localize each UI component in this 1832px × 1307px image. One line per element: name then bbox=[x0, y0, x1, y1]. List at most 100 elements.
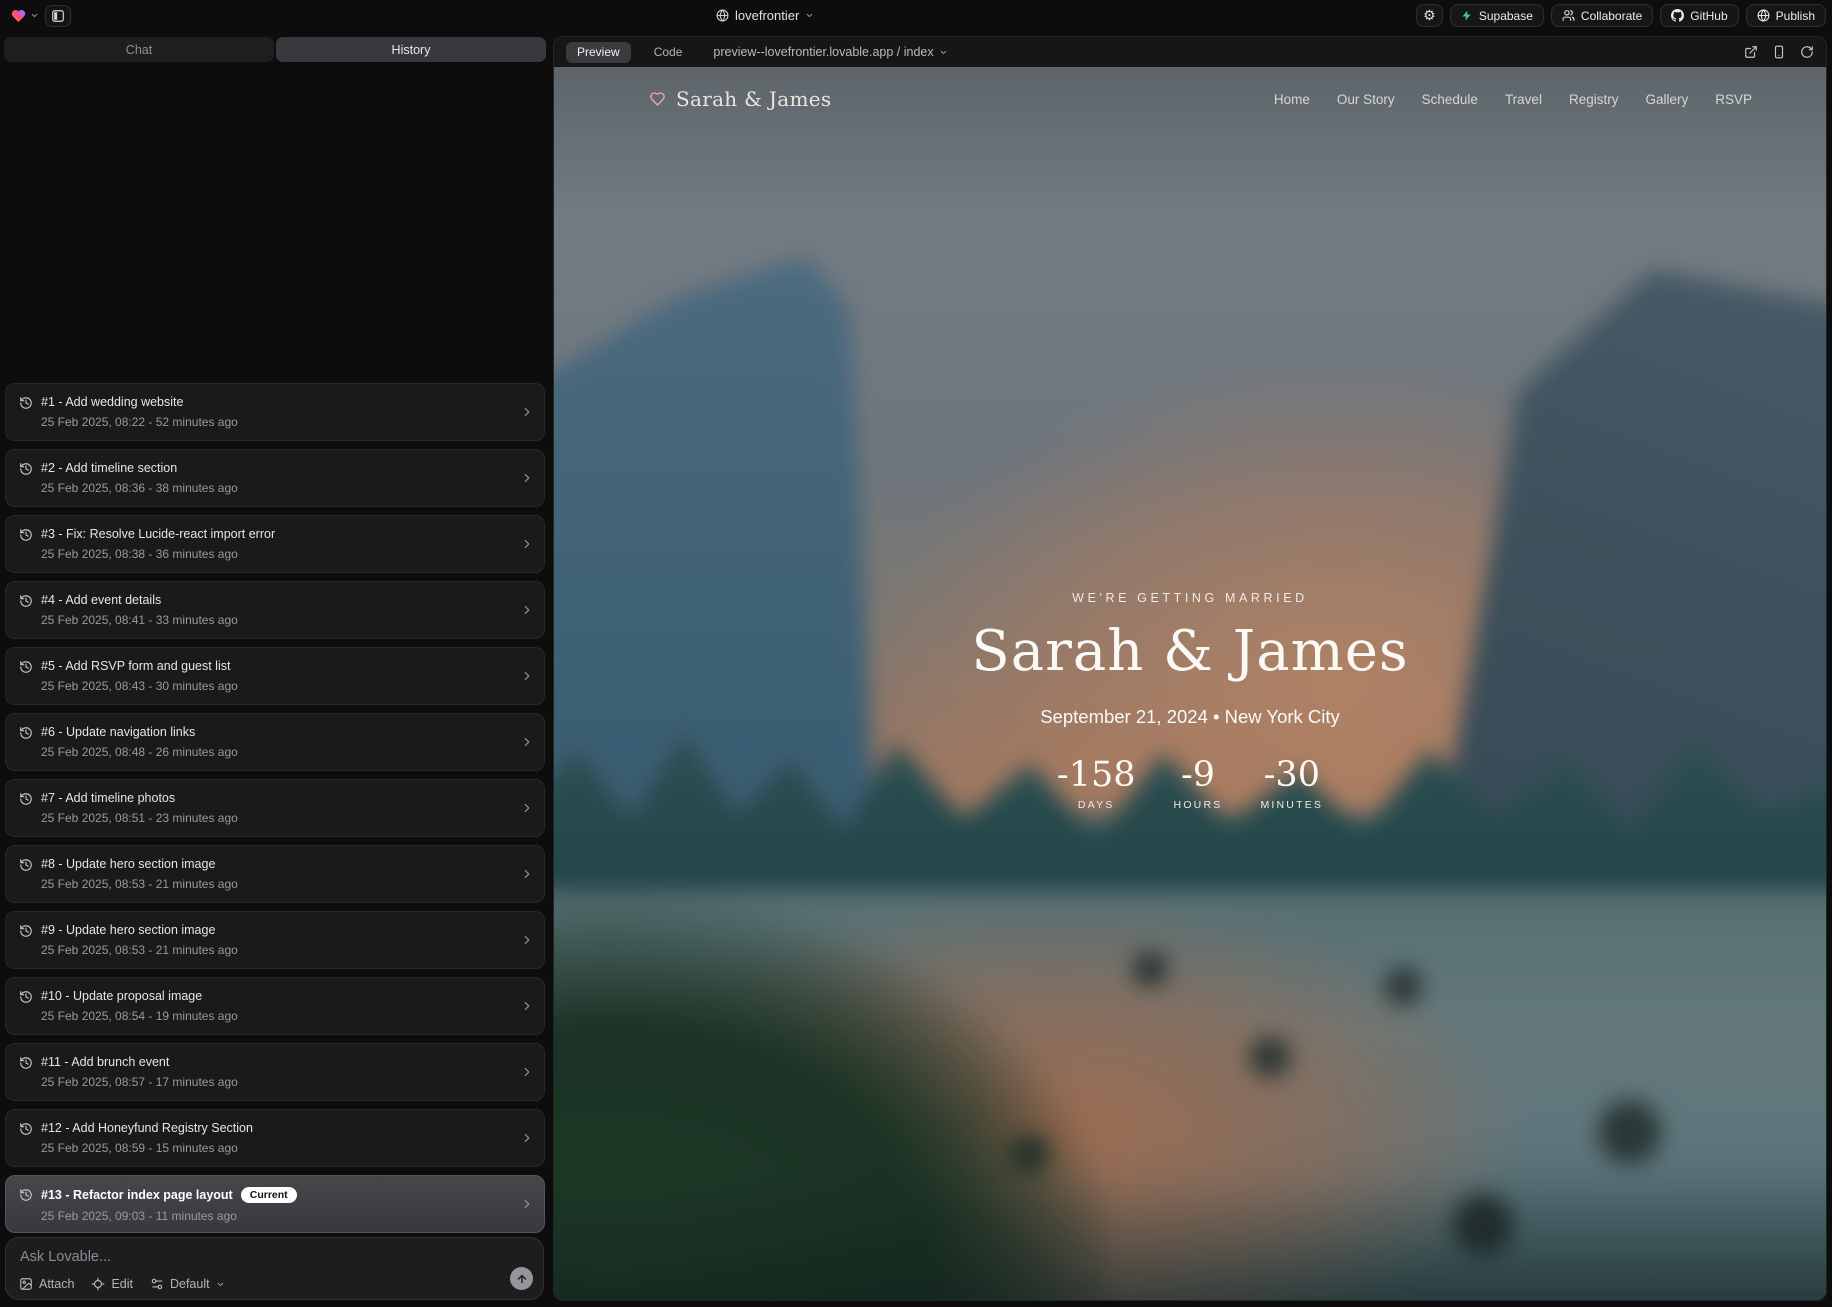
history-item-timestamp: 25 Feb 2025, 08:51 - 23 minutes ago bbox=[41, 811, 530, 825]
supabase-button[interactable]: Supabase bbox=[1450, 4, 1544, 27]
history-icon bbox=[19, 726, 33, 740]
history-item[interactable]: #13 - Refactor index page layout Current… bbox=[5, 1175, 545, 1233]
history-icon bbox=[19, 1056, 33, 1070]
history-item-timestamp: 25 Feb 2025, 08:54 - 19 minutes ago bbox=[41, 1009, 530, 1023]
countdown-unit: -30 MINUTES bbox=[1260, 758, 1323, 811]
history-item-timestamp: 25 Feb 2025, 08:41 - 33 minutes ago bbox=[41, 613, 530, 627]
history-item-title: #3 - Fix: Resolve Lucide-react import er… bbox=[41, 527, 275, 541]
tab-preview[interactable]: Preview bbox=[566, 42, 631, 63]
publish-button[interactable]: Publish bbox=[1746, 4, 1826, 27]
chevron-right-icon[interactable] bbox=[520, 1131, 534, 1145]
history-icon bbox=[19, 462, 33, 476]
history-item[interactable]: #7 - Add timeline photos 25 Feb 2025, 08… bbox=[5, 779, 545, 837]
history-item-title: #11 - Add brunch event bbox=[41, 1055, 169, 1069]
sidebar-toggle-button[interactable] bbox=[45, 5, 71, 27]
history-item[interactable]: #11 - Add brunch event 25 Feb 2025, 08:5… bbox=[5, 1043, 545, 1101]
history-item[interactable]: #9 - Update hero section image 25 Feb 20… bbox=[5, 911, 545, 969]
site-nav-link[interactable]: Home bbox=[1274, 92, 1310, 107]
history-item-timestamp: 25 Feb 2025, 08:43 - 30 minutes ago bbox=[41, 679, 530, 693]
composer-input[interactable]: Ask Lovable... bbox=[20, 1249, 530, 1265]
chat-sidebar: Chat History #1 - Add wedding website 25… bbox=[0, 31, 550, 1307]
lovable-logo-menu[interactable] bbox=[10, 8, 39, 24]
history-item[interactable]: #2 - Add timeline section 25 Feb 2025, 0… bbox=[5, 449, 545, 507]
mode-select-button[interactable]: Default bbox=[150, 1277, 225, 1291]
chevron-right-icon[interactable] bbox=[520, 669, 534, 683]
sliders-icon bbox=[150, 1277, 164, 1291]
refresh-button[interactable] bbox=[1800, 45, 1814, 59]
sidebar-tabs: Chat History bbox=[4, 37, 546, 62]
tab-history[interactable]: History bbox=[276, 37, 546, 62]
site-viewport: Sarah & James Home Our Story Schedule Trave… bbox=[554, 67, 1826, 1300]
site-logo[interactable]: Sarah & James bbox=[649, 87, 831, 111]
history-item-title: #8 - Update hero section image bbox=[41, 857, 215, 871]
preview-url[interactable]: preview--lovefrontier.lovable.app / inde… bbox=[713, 45, 947, 59]
chevron-right-icon[interactable] bbox=[520, 537, 534, 551]
countdown: -158 DAYS -9 HOURS -30 MINUTES bbox=[554, 758, 1826, 811]
chevron-right-icon[interactable] bbox=[520, 801, 534, 815]
history-item-title: #1 - Add wedding website bbox=[41, 395, 183, 409]
chevron-right-icon[interactable] bbox=[520, 471, 534, 485]
chevron-right-icon[interactable] bbox=[520, 735, 534, 749]
history-item[interactable]: #5 - Add RSVP form and guest list 25 Feb… bbox=[5, 647, 545, 705]
tab-code[interactable]: Code bbox=[643, 42, 694, 63]
site-nav-link[interactable]: Gallery bbox=[1645, 92, 1688, 107]
history-item[interactable]: #12 - Add Honeyfund Registry Section 25 … bbox=[5, 1109, 545, 1167]
history-icon bbox=[19, 792, 33, 806]
image-icon bbox=[19, 1277, 33, 1291]
heart-icon bbox=[649, 91, 666, 107]
mobile-view-button[interactable] bbox=[1772, 45, 1786, 59]
lovable-heart-icon bbox=[10, 8, 27, 24]
history-icon bbox=[19, 1188, 33, 1202]
preview-toolbar: Preview Code preview--lovefrontier.lovab… bbox=[554, 37, 1826, 67]
history-item-timestamp: 25 Feb 2025, 08:48 - 26 minutes ago bbox=[41, 745, 530, 759]
globe-icon bbox=[1757, 9, 1770, 22]
chevron-right-icon[interactable] bbox=[520, 1065, 534, 1079]
collaborate-button[interactable]: Collaborate bbox=[1551, 4, 1653, 27]
hero-title: Sarah & James bbox=[554, 619, 1826, 684]
github-icon bbox=[1671, 9, 1684, 22]
hero-section: WE'RE GETTING MARRIED Sarah & James Sept… bbox=[554, 591, 1826, 811]
countdown-value: -30 bbox=[1260, 758, 1323, 793]
history-item-timestamp: 25 Feb 2025, 08:38 - 36 minutes ago bbox=[41, 547, 530, 561]
site-nav-link[interactable]: Registry bbox=[1569, 92, 1619, 107]
history-icon bbox=[19, 990, 33, 1004]
history-item-timestamp: 25 Feb 2025, 08:22 - 52 minutes ago bbox=[41, 415, 530, 429]
current-badge: Current bbox=[241, 1187, 297, 1203]
chevron-right-icon[interactable] bbox=[520, 405, 534, 419]
history-icon bbox=[19, 1122, 33, 1136]
site-nav-link[interactable]: Schedule bbox=[1422, 92, 1478, 107]
edit-select-button[interactable]: Edit bbox=[91, 1277, 133, 1291]
chevron-right-icon[interactable] bbox=[520, 867, 534, 881]
countdown-value: -9 bbox=[1174, 758, 1223, 793]
site-nav-link[interactable]: RSVP bbox=[1715, 92, 1752, 107]
tab-chat[interactable]: Chat bbox=[4, 37, 274, 62]
history-item[interactable]: #6 - Update navigation links 25 Feb 2025… bbox=[5, 713, 545, 771]
send-button[interactable] bbox=[510, 1267, 533, 1290]
history-item[interactable]: #4 - Add event details 25 Feb 2025, 08:4… bbox=[5, 581, 545, 639]
history-list: #1 - Add wedding website 25 Feb 2025, 08… bbox=[5, 383, 545, 1241]
history-icon bbox=[19, 858, 33, 872]
project-selector[interactable]: lovefrontier bbox=[716, 0, 814, 31]
chevron-right-icon[interactable] bbox=[520, 999, 534, 1013]
chevron-right-icon[interactable] bbox=[520, 603, 534, 617]
attach-button[interactable]: Attach bbox=[19, 1277, 74, 1291]
history-item-timestamp: 25 Feb 2025, 08:59 - 15 minutes ago bbox=[41, 1141, 530, 1155]
history-item[interactable]: #1 - Add wedding website 25 Feb 2025, 08… bbox=[5, 383, 545, 441]
chevron-right-icon[interactable] bbox=[520, 933, 534, 947]
project-name: lovefrontier bbox=[735, 8, 799, 23]
history-item-title: #4 - Add event details bbox=[41, 593, 161, 607]
history-item-timestamp: 25 Feb 2025, 08:57 - 17 minutes ago bbox=[41, 1075, 530, 1089]
open-external-button[interactable] bbox=[1744, 45, 1758, 59]
history-item[interactable]: #8 - Update hero section image 25 Feb 20… bbox=[5, 845, 545, 903]
site-nav-link[interactable]: Travel bbox=[1505, 92, 1542, 107]
chevron-right-icon[interactable] bbox=[520, 1197, 534, 1211]
countdown-label: DAYS bbox=[1057, 799, 1136, 811]
countdown-label: HOURS bbox=[1174, 799, 1223, 811]
history-item[interactable]: #10 - Update proposal image 25 Feb 2025,… bbox=[5, 977, 545, 1035]
site-nav-link[interactable]: Our Story bbox=[1337, 92, 1395, 107]
history-item[interactable]: #3 - Fix: Resolve Lucide-react import er… bbox=[5, 515, 545, 573]
settings-button[interactable]: ⚙ bbox=[1416, 4, 1443, 27]
github-button[interactable]: GitHub bbox=[1660, 4, 1738, 27]
arrow-up-icon bbox=[516, 1273, 528, 1285]
target-icon bbox=[91, 1277, 105, 1291]
